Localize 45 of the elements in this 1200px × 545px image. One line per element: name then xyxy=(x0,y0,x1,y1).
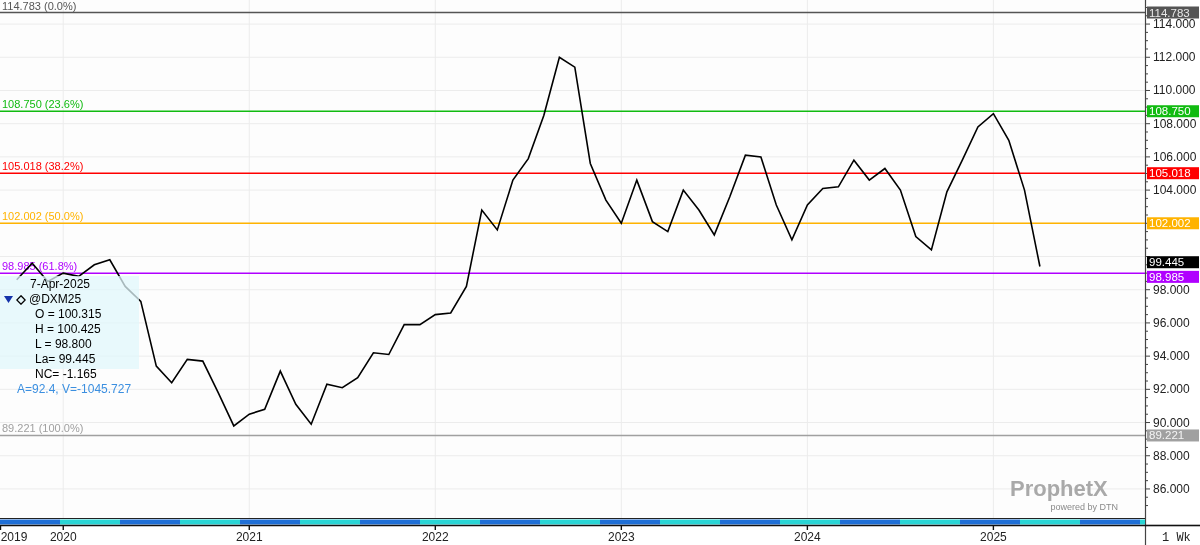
axis-label: 110.000 xyxy=(1153,83,1196,98)
level-label: 105.018 (38.2%) xyxy=(2,160,84,173)
axis-label: 106.000 xyxy=(1153,149,1197,164)
price-tag: 99.445 xyxy=(1147,256,1199,269)
axis-label: 90.000 xyxy=(1153,415,1190,430)
quote-value: H = 100.425 xyxy=(35,322,101,337)
interval-label: 1 Wk xyxy=(1162,531,1191,545)
symbol-label: @DXM25 xyxy=(29,292,82,307)
quote-value: L = 98.800 xyxy=(35,337,92,352)
quote-value: NC= -1.165 xyxy=(35,367,97,382)
axis-label: 96.000 xyxy=(1153,315,1190,330)
year-label: 2023 xyxy=(608,530,635,544)
level-label: 114.783 (0.0%) xyxy=(2,0,77,12)
axis-label: 94.000 xyxy=(1153,349,1190,364)
price-tag: 98.985 xyxy=(1147,270,1199,283)
axis-label: 112.000 xyxy=(1153,50,1196,65)
price-tag: 102.002 xyxy=(1147,217,1199,230)
year-label: 2025 xyxy=(980,530,1007,544)
price-tag: 108.750 xyxy=(1147,105,1199,118)
level-label: 89.221 (100.0%) xyxy=(2,422,84,435)
axis-label: 98.000 xyxy=(1153,282,1190,297)
year-label: 2022 xyxy=(421,530,449,544)
axis-label: 92.000 xyxy=(1153,382,1190,397)
price-tag: 105.018 xyxy=(1147,167,1199,180)
axis-label: 86.000 xyxy=(1153,481,1190,496)
logo-text: ProphetX xyxy=(1010,476,1108,501)
quote-value: La= 99.445 xyxy=(35,352,96,367)
level-label: 102.002 (50.0%) xyxy=(2,210,84,223)
axis-label: 88.000 xyxy=(1153,448,1190,463)
price-tag: 114.783 xyxy=(1147,6,1199,19)
level-label: 108.750 (23.6%) xyxy=(2,98,84,111)
diamond-icon xyxy=(16,294,26,305)
triangle-down-icon xyxy=(4,296,13,303)
price-tag: 89.221 xyxy=(1147,429,1199,442)
summary-text: A=92.4, V=-1045.727 xyxy=(17,382,132,396)
tagline-text: powered by DTN xyxy=(1050,502,1118,512)
date-label: 7-Apr-2025 xyxy=(30,277,91,292)
year-label: 2020 xyxy=(49,530,77,544)
axis-label: 114.000 xyxy=(1153,17,1196,32)
axis-label: 108.000 xyxy=(1153,116,1197,131)
axis-label: 104.000 xyxy=(1153,183,1197,198)
year-label: 2024 xyxy=(794,530,821,544)
quote-value: O = 100.315 xyxy=(35,307,102,322)
year-label: 2021 xyxy=(235,530,263,544)
year-label: 2019 xyxy=(0,530,28,544)
